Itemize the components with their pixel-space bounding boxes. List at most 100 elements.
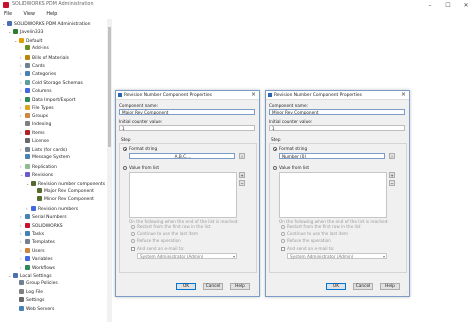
tree-node[interactable]: › File Types <box>20 104 54 111</box>
list-add-button[interactable]: + <box>239 172 245 178</box>
tree-node[interactable]: › Variables <box>20 255 53 262</box>
list-add-button[interactable]: + <box>389 172 395 178</box>
list-remove-button[interactable]: − <box>239 180 245 186</box>
format-string-radio[interactable] <box>273 147 277 151</box>
format-string-field[interactable]: A,B,C,... <box>129 153 235 159</box>
tree-node-icon <box>25 120 30 126</box>
initial-counter-label: Initial counter value: <box>119 119 163 124</box>
tree-node[interactable]: › Bills of Materials <box>20 54 69 61</box>
tree-node[interactable]: Minor Rev Component <box>32 196 94 203</box>
tree-node-label: Items <box>32 131 45 137</box>
ok-button[interactable]: OK <box>326 283 346 290</box>
menu-help[interactable]: Help <box>46 11 57 19</box>
tree-node[interactable]: Message System <box>20 154 70 161</box>
tree-node[interactable]: › Cards <box>20 62 45 69</box>
tree-node-icon <box>25 54 30 60</box>
tree-node[interactable]: › Data Import/Export <box>20 96 75 103</box>
resize-grip-icon[interactable]: ⋰ <box>404 290 408 295</box>
dialog-icon <box>118 93 122 97</box>
continue-radio[interactable] <box>131 232 135 236</box>
help-button[interactable]: Help <box>380 283 400 290</box>
tree-node-label: Groups <box>32 114 49 120</box>
tree-node[interactable]: Log File <box>14 288 43 296</box>
tree-node[interactable]: › Lists (for cards) <box>20 146 67 153</box>
component-name-field[interactable]: Minor Rev Component <box>269 109 405 115</box>
refuse-radio[interactable] <box>131 239 135 243</box>
email-recipient-select[interactable]: System Administrator (Admin) <box>137 253 237 259</box>
continue-radio[interactable] <box>281 232 285 236</box>
tree-node[interactable]: › Revision numbers <box>26 205 78 212</box>
restart-label: Restart from the first row in the list <box>287 224 361 229</box>
tree-node[interactable]: ⌄ Javelin333 <box>8 28 43 35</box>
tree-node[interactable]: › Serial Numbers <box>20 213 67 220</box>
tree-node[interactable]: › Tasks <box>20 230 44 237</box>
dialog-icon <box>268 93 272 97</box>
tree-node-label: SOLIDWORKS <box>32 223 63 229</box>
cancel-button[interactable]: Cancel <box>353 283 373 290</box>
tree-node[interactable]: › Workflows <box>20 264 55 271</box>
tree-node[interactable]: Major Rev Component <box>32 188 94 195</box>
tree-node-label: Settings <box>26 298 45 304</box>
restart-radio[interactable] <box>281 225 285 229</box>
refuse-radio[interactable] <box>281 239 285 243</box>
tree-node[interactable]: Add-ins <box>20 45 49 52</box>
format-string-button[interactable]: › <box>389 153 395 159</box>
value-from-list-radio[interactable] <box>273 166 277 170</box>
tree-node[interactable]: › Categories <box>20 70 56 77</box>
tree-node[interactable]: ⌄ Revision number components <box>26 180 105 187</box>
tree-node-icon <box>19 305 24 311</box>
tree-node[interactable]: › Users <box>20 247 45 254</box>
app-icon <box>3 2 9 8</box>
close-button[interactable]: ✕ <box>460 1 472 10</box>
cancel-button[interactable]: Cancel <box>203 283 223 290</box>
send-email-checkbox[interactable] <box>131 247 135 251</box>
tree-node-label: Local Settings <box>20 274 52 279</box>
list-remove-button[interactable]: − <box>389 180 395 186</box>
value-from-list-radio[interactable] <box>123 166 127 170</box>
tree-node[interactable]: › Groups <box>20 112 48 119</box>
tree-node[interactable]: › Replication <box>20 163 57 170</box>
tree-node[interactable]: › Templates <box>20 238 55 245</box>
tree-node[interactable]: ⌄ Local Settings <box>8 272 52 279</box>
tree-node-icon <box>25 88 30 94</box>
ok-button[interactable]: OK <box>176 283 196 290</box>
initial-counter-field[interactable]: 1 <box>269 125 405 131</box>
tree-node[interactable]: Web Servers <box>14 305 55 313</box>
initial-counter-field[interactable]: 1 <box>119 125 255 131</box>
send-email-checkbox[interactable] <box>281 247 285 251</box>
tree-node-icon <box>25 163 30 169</box>
tree-node-label: Add-ins <box>32 46 49 52</box>
format-string-button[interactable]: › <box>239 153 245 159</box>
dialog-close-icon[interactable]: × <box>401 91 406 98</box>
email-recipient-select[interactable]: System Administrator (Admin) <box>287 253 387 259</box>
tree-node[interactable]: License <box>20 137 49 145</box>
tree-node[interactable]: › Items <box>20 129 45 136</box>
tree-node[interactable]: Indexing <box>20 120 51 128</box>
restart-radio[interactable] <box>131 225 135 229</box>
component-name-field[interactable]: Major Rev Component <box>119 109 255 115</box>
minimize-button[interactable]: – <box>424 1 436 10</box>
scrollbar-thumb[interactable] <box>108 27 111 147</box>
tree-node[interactable]: › Cold Storage Schemas <box>20 79 83 86</box>
dialog-close-icon[interactable]: × <box>251 91 256 98</box>
tree-node-icon <box>19 288 24 294</box>
tree-node[interactable]: › SOLIDWORKS <box>20 222 63 229</box>
format-string-field[interactable]: Number (0) <box>279 153 385 159</box>
value-list-box[interactable] <box>279 172 387 218</box>
help-button[interactable]: Help <box>230 283 250 290</box>
tree-node[interactable]: ⌄ SOLIDWORKS PDM Administration <box>2 20 90 27</box>
tree-node[interactable]: Settings <box>14 297 44 304</box>
format-string-radio[interactable] <box>123 147 127 151</box>
tree-node[interactable]: › Columns <box>20 87 52 94</box>
tree-node[interactable]: Group Policies <box>14 280 58 287</box>
tree-node-label: Tasks <box>32 232 45 237</box>
maximize-button[interactable]: ☐ <box>442 1 454 10</box>
value-list-box[interactable] <box>129 172 237 218</box>
tree-node[interactable]: ⌄ Default <box>14 37 42 44</box>
tree-node-label: Default <box>26 38 43 44</box>
tree-node-label: Web Servers <box>26 306 55 312</box>
menu-file[interactable]: File <box>4 11 12 19</box>
resize-grip-icon[interactable]: ⋰ <box>254 290 258 295</box>
tree-node[interactable]: ⌄ Revisions <box>20 171 53 178</box>
menu-view[interactable]: View <box>24 11 35 19</box>
